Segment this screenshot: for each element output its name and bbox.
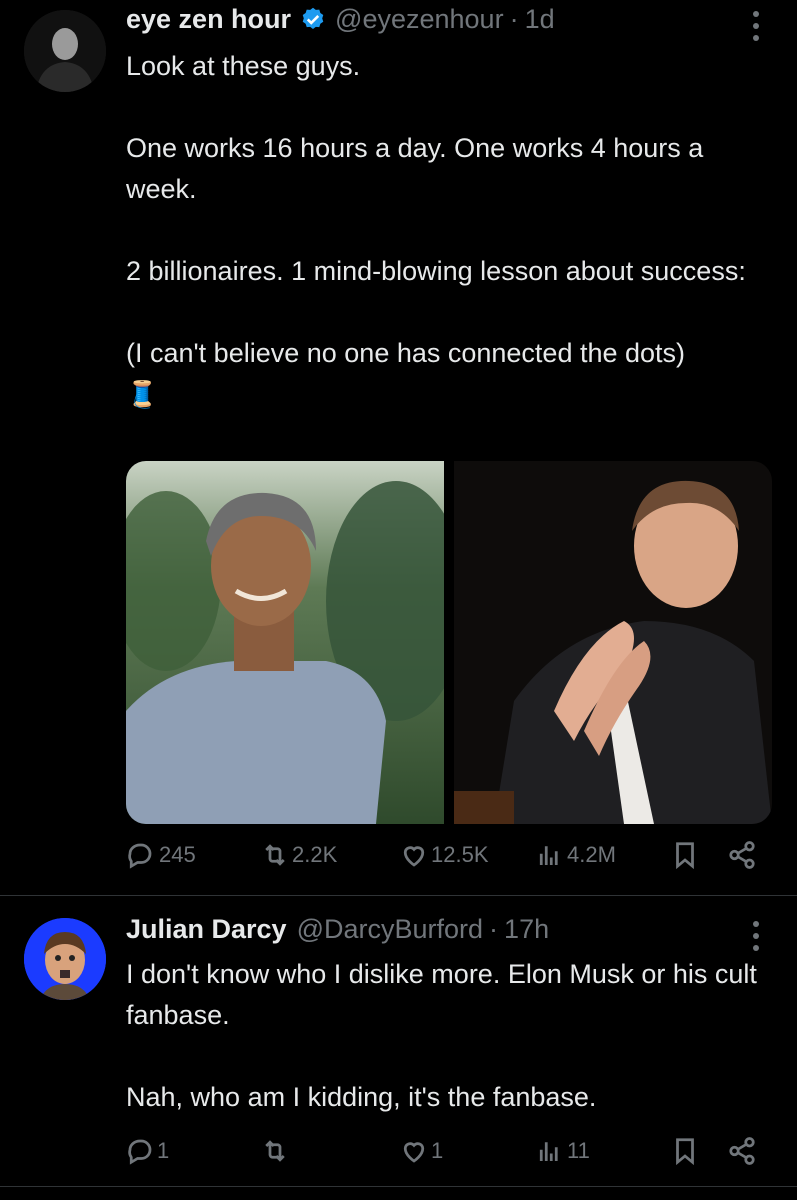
tweet-1[interactable]: eye zen hour @eyezenhour · 1d Look at th… <box>0 0 797 895</box>
tweet-paragraph: One works 16 hours a day. One works 4 ho… <box>126 133 704 204</box>
action-bar: 245 2.2K 12.5K 4.2M <box>125 840 765 880</box>
bookmark-button[interactable] <box>670 1136 700 1166</box>
reply-count: 1 <box>157 1138 170 1163</box>
like-count: 1 <box>431 1138 444 1163</box>
reply-count: 245 <box>159 842 196 867</box>
tweet-paragraph: (I can't believe no one has connected th… <box>126 338 686 368</box>
avatar[interactable] <box>24 10 106 92</box>
reply-icon <box>128 1139 152 1165</box>
repost-count: 2.2K <box>292 842 338 867</box>
repost-button[interactable]: 2.2K <box>260 840 337 870</box>
avatar[interactable] <box>24 918 106 1000</box>
timestamp[interactable]: 17h <box>504 914 549 945</box>
share-icon <box>729 841 755 869</box>
bookmark-icon <box>676 842 694 870</box>
photo-2[interactable] <box>454 461 772 824</box>
photo-1[interactable] <box>126 461 444 824</box>
share-button[interactable] <box>727 840 757 870</box>
tweet-text: Look at these guys. One works 16 hours a… <box>126 46 776 415</box>
tweet-paragraph: Look at these guys. <box>126 51 361 81</box>
thread-emoji: 🧵 <box>126 379 159 409</box>
action-bar: 1 1 11 <box>125 1136 765 1176</box>
timestamp[interactable]: 1d <box>525 4 555 35</box>
tweet-text: I don't know who I dislike more. Elon Mu… <box>126 954 766 1118</box>
bookmark-button[interactable] <box>670 840 700 870</box>
reply-icon <box>128 843 152 869</box>
verified-badge-icon <box>302 7 324 29</box>
like-icon <box>403 1142 425 1163</box>
media-grid[interactable] <box>126 461 772 824</box>
tweet-header: Julian Darcy @DarcyBurford · 17h <box>126 914 549 945</box>
repost-button[interactable] <box>260 1136 290 1166</box>
like-count: 12.5K <box>431 842 489 867</box>
views-button[interactable]: 11 <box>535 1136 590 1166</box>
divider <box>0 1186 797 1187</box>
views-count: 11 <box>567 1138 590 1163</box>
views-icon <box>539 1142 558 1161</box>
separator: · <box>489 914 499 944</box>
repost-icon <box>265 1140 285 1162</box>
author-name[interactable]: eye zen hour <box>126 4 291 35</box>
repost-icon <box>265 844 285 866</box>
tweet-paragraph: Nah, who am I kidding, it's the fanbase. <box>126 1082 597 1112</box>
reply-button[interactable]: 245 <box>125 840 196 870</box>
author-handle[interactable]: @DarcyBurford <box>297 914 483 945</box>
views-button[interactable]: 4.2M <box>535 840 616 870</box>
like-button[interactable]: 12.5K <box>399 840 489 870</box>
more-icon[interactable] <box>746 918 766 954</box>
reply-button[interactable]: 1 <box>125 1136 169 1166</box>
bookmark-icon <box>676 1138 694 1166</box>
more-icon[interactable] <box>746 8 766 44</box>
like-icon <box>403 846 425 867</box>
author-handle[interactable]: @eyezenhour <box>335 4 504 35</box>
tweet-2[interactable]: Julian Darcy @DarcyBurford · 17h I don't… <box>0 896 797 1196</box>
views-icon <box>539 846 558 865</box>
separator: · <box>509 4 519 34</box>
share-icon <box>729 1137 755 1165</box>
tweet-paragraph: I don't know who I dislike more. Elon Mu… <box>126 959 757 1030</box>
share-button[interactable] <box>727 1136 757 1166</box>
tweet-header: eye zen hour @eyezenhour · 1d <box>126 4 555 35</box>
author-name[interactable]: Julian Darcy <box>126 914 287 945</box>
like-button[interactable]: 1 <box>399 1136 443 1166</box>
views-count: 4.2M <box>567 842 616 867</box>
tweet-paragraph: 2 billionaires. 1 mind-blowing lesson ab… <box>126 256 746 286</box>
